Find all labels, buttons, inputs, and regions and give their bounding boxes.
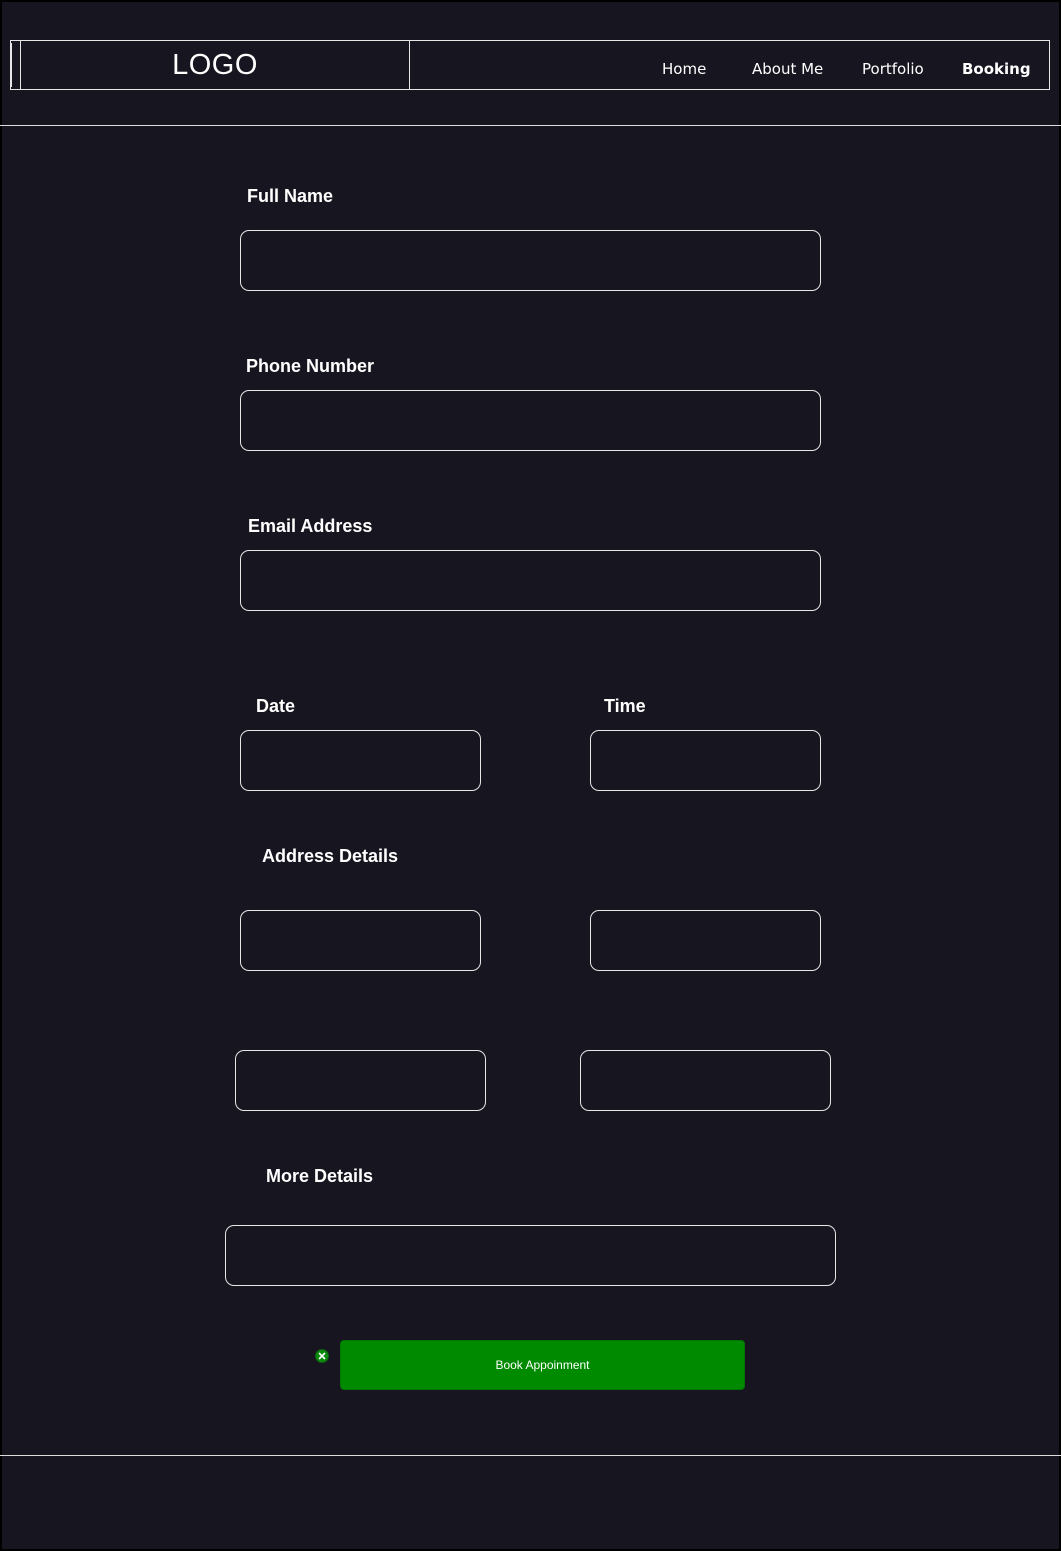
full-name-input[interactable] bbox=[240, 230, 821, 291]
full-name-label: Full Name bbox=[247, 186, 334, 206]
address-details-label: Address Details bbox=[262, 846, 399, 866]
address-field-1[interactable] bbox=[240, 910, 481, 971]
close-icon[interactable] bbox=[315, 1349, 329, 1363]
nav-about-me[interactable]: About Me bbox=[752, 60, 823, 78]
time-input[interactable] bbox=[590, 730, 821, 791]
date-label: Date bbox=[256, 696, 296, 716]
phone-number-input[interactable] bbox=[240, 390, 821, 451]
time-label: Time bbox=[604, 696, 646, 716]
nav-booking[interactable]: Booking bbox=[962, 60, 1031, 78]
footer-divider bbox=[0, 1455, 1061, 1456]
email-address-input[interactable] bbox=[240, 550, 821, 611]
book-appointment-label: Book Appoinment bbox=[495, 1358, 590, 1372]
address-field-2[interactable] bbox=[590, 910, 821, 971]
email-address-label: Email Address bbox=[248, 516, 373, 536]
nav-home[interactable]: Home bbox=[662, 60, 706, 78]
header-divider bbox=[0, 125, 1061, 126]
more-details-input[interactable] bbox=[225, 1225, 836, 1286]
address-field-4[interactable] bbox=[580, 1050, 831, 1111]
date-input[interactable] bbox=[240, 730, 481, 791]
phone-number-label: Phone Number bbox=[246, 356, 375, 376]
nav-portfolio[interactable]: Portfolio bbox=[862, 60, 924, 78]
main-nav: Home About Me Portfolio Booking bbox=[0, 60, 1061, 82]
book-appointment-button[interactable]: Book Appoinment bbox=[340, 1340, 745, 1390]
more-details-label: More Details bbox=[266, 1166, 374, 1186]
address-field-3[interactable] bbox=[235, 1050, 486, 1111]
